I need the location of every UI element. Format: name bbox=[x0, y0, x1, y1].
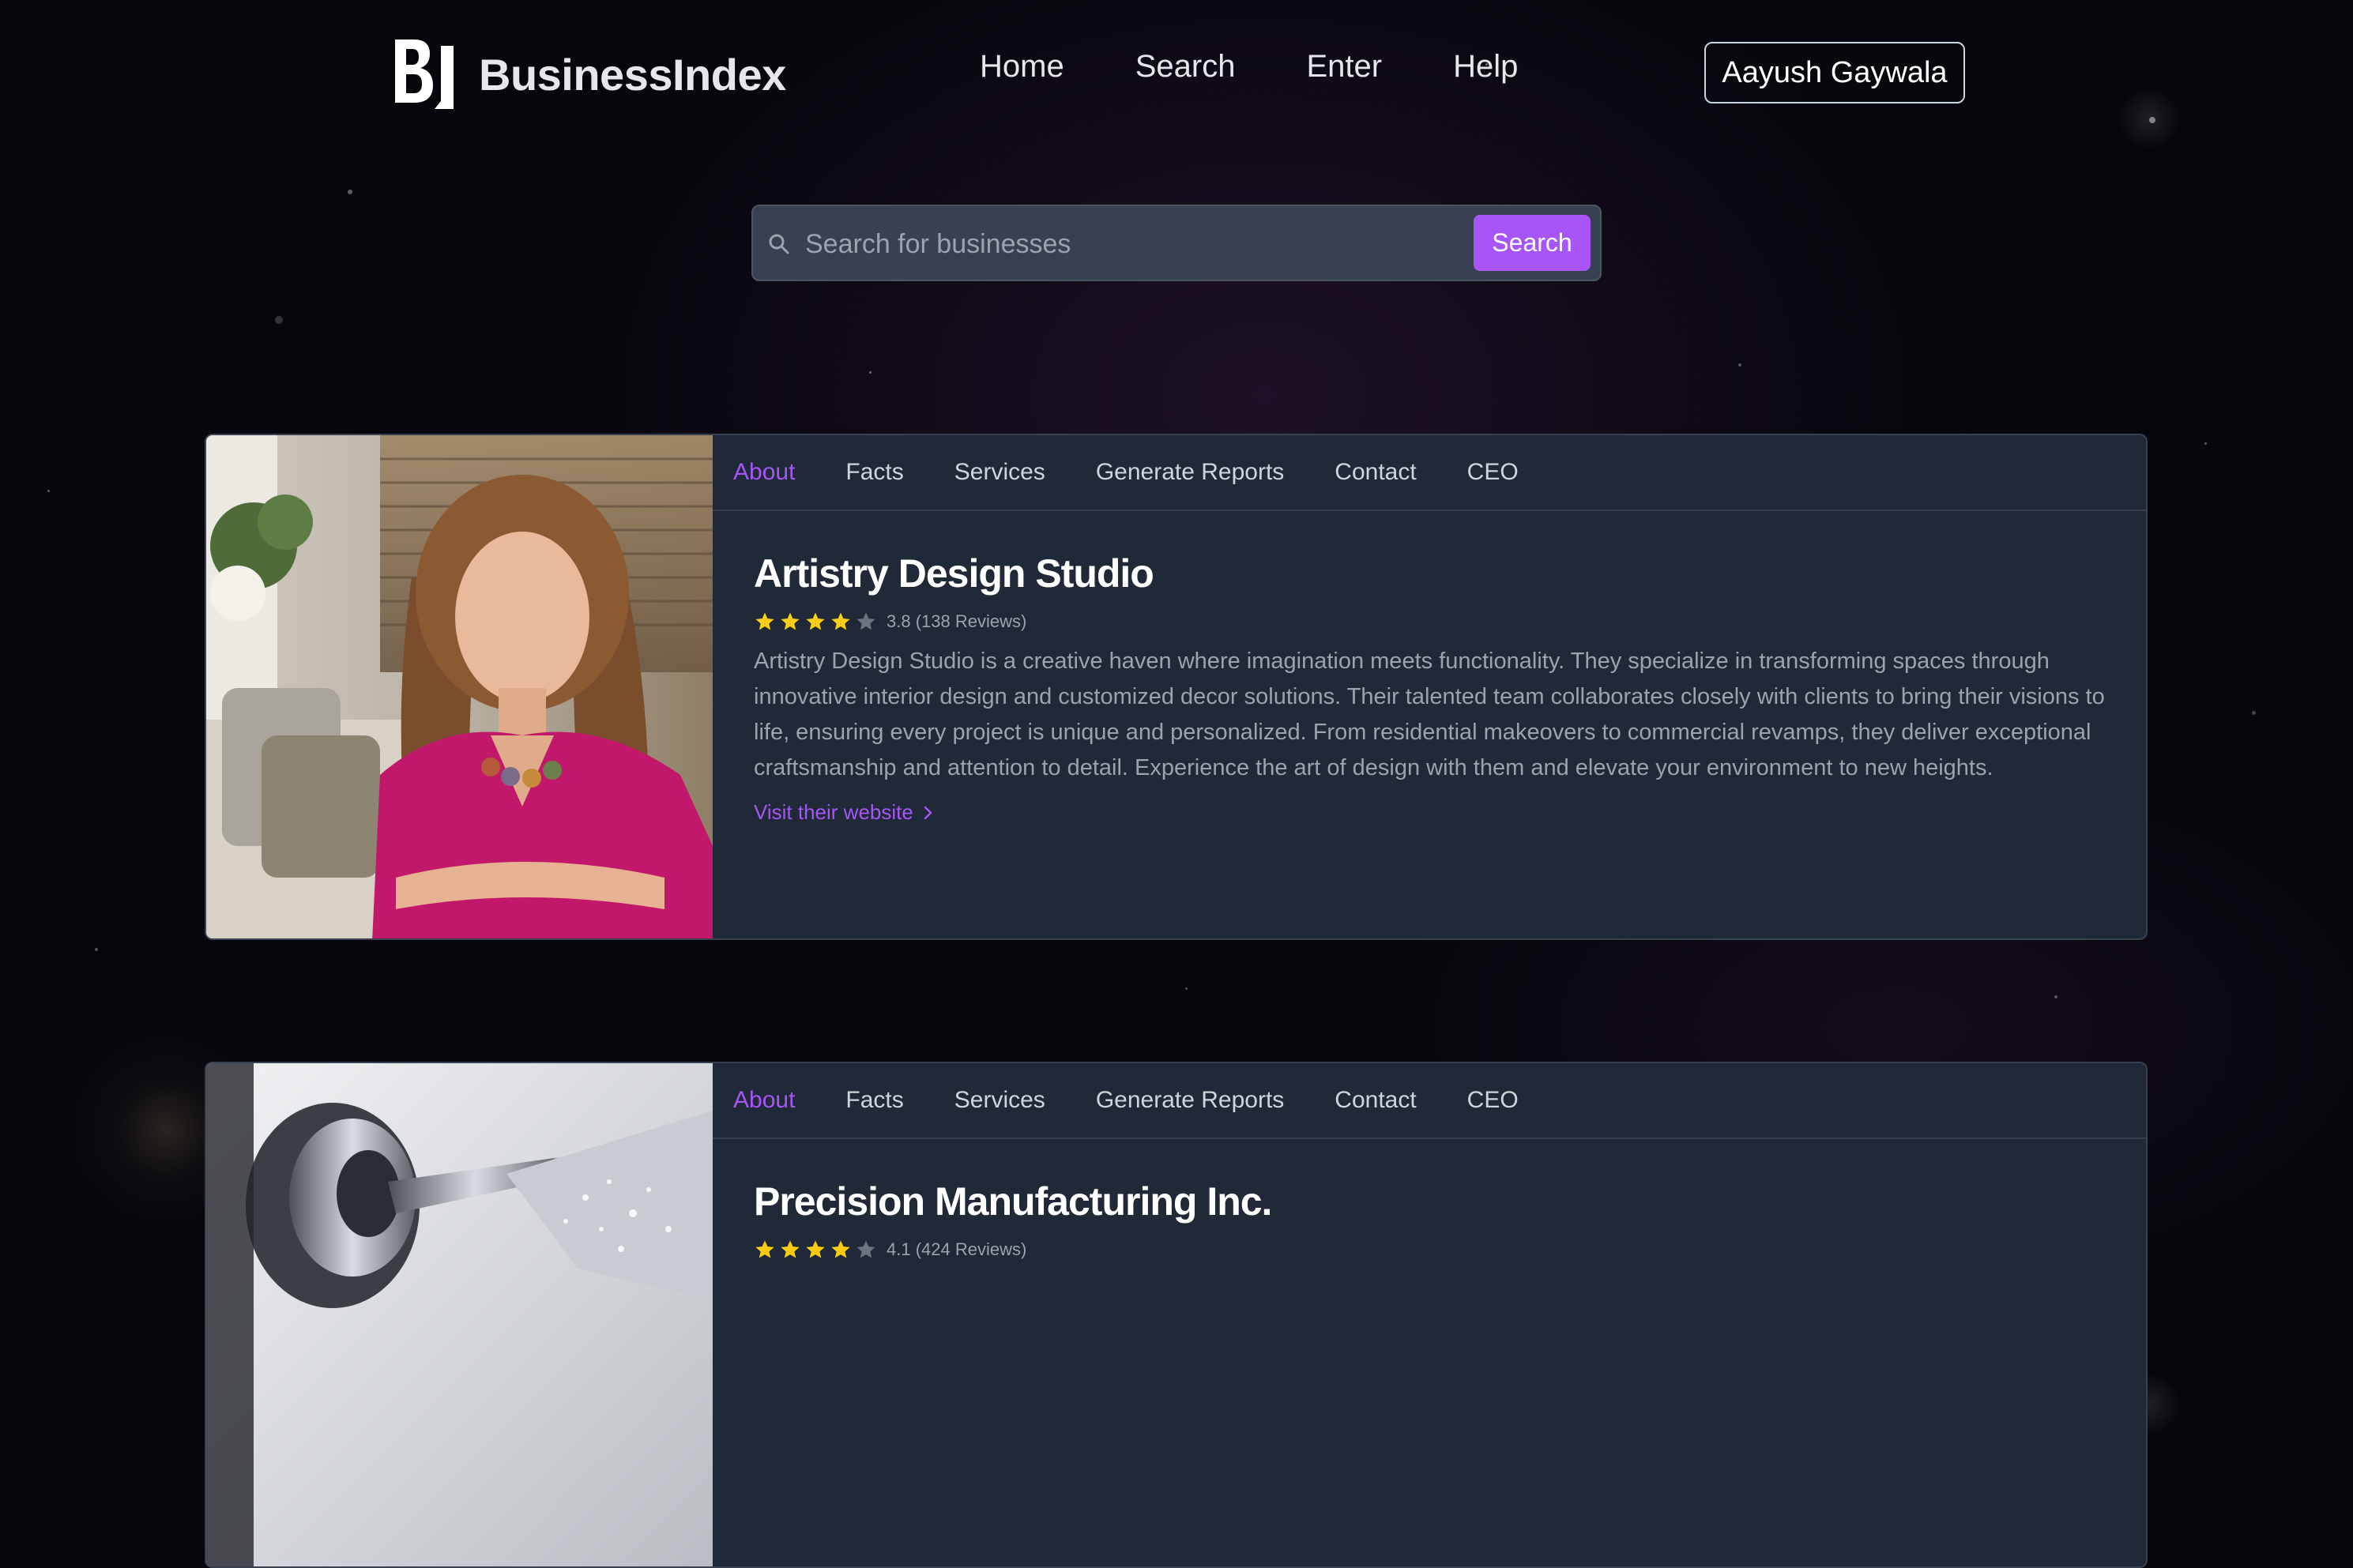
search-input[interactable] bbox=[804, 217, 1423, 271]
business-tabs: About Facts Services Generate Reports Co… bbox=[713, 1063, 2146, 1139]
business-photo bbox=[206, 435, 713, 938]
brand-logo[interactable]: BusinessIndex bbox=[393, 38, 786, 111]
logo-icon bbox=[395, 39, 454, 109]
tab-about[interactable]: About bbox=[733, 459, 795, 486]
business-description: Artistry Design Studio is a creative hav… bbox=[754, 649, 2105, 780]
nav-help[interactable]: Help bbox=[1453, 49, 1518, 85]
business-card-body: About Facts Services Generate Reports Co… bbox=[713, 435, 2146, 938]
business-card-body: About Facts Services Generate Reports Co… bbox=[713, 1063, 2146, 1566]
star-icon bbox=[806, 612, 825, 630]
tab-facts[interactable]: Facts bbox=[845, 1087, 903, 1114]
business-about: Artistry Design Studio 3.8 (138 Reviews)… bbox=[713, 511, 2146, 825]
user-account-button[interactable]: Aayush Gaywala bbox=[1704, 42, 1965, 103]
search-button[interactable]: Search bbox=[1474, 215, 1591, 271]
tab-facts[interactable]: Facts bbox=[845, 459, 903, 486]
business-name: Artistry Design Studio bbox=[754, 551, 1154, 596]
rating-text: 3.8 (138 Reviews) bbox=[887, 611, 1027, 631]
rating: 4.1 (424 Reviews) bbox=[754, 1239, 2105, 1261]
star-rating bbox=[754, 611, 880, 633]
chevron-right-icon bbox=[924, 806, 932, 819]
business-card: About Facts Services Generate Reports Co… bbox=[205, 1062, 2148, 1568]
star-icon bbox=[781, 1240, 800, 1258]
star-icon bbox=[856, 1240, 875, 1258]
search-icon bbox=[769, 234, 789, 254]
visit-website-link[interactable]: Visit their website bbox=[754, 800, 934, 825]
business-name: Precision Manufacturing Inc. bbox=[754, 1179, 1272, 1224]
tab-contact[interactable]: Contact bbox=[1335, 459, 1416, 486]
brand-name: BusinessIndex bbox=[479, 49, 786, 100]
search-bar: Search bbox=[751, 205, 1602, 281]
tab-generate-reports[interactable]: Generate Reports bbox=[1096, 1087, 1284, 1114]
star-icon bbox=[831, 612, 850, 630]
star-rating bbox=[754, 1239, 880, 1261]
star-icon bbox=[755, 612, 774, 630]
rating-text: 4.1 (424 Reviews) bbox=[887, 1239, 1027, 1259]
nav-home[interactable]: Home bbox=[980, 49, 1064, 85]
top-header: BusinessIndex Home Search Enter Help Aay… bbox=[0, 0, 2353, 146]
tab-ceo[interactable]: CEO bbox=[1467, 1087, 1519, 1114]
nav-enter[interactable]: Enter bbox=[1306, 49, 1382, 85]
business-card: About Facts Services Generate Reports Co… bbox=[205, 434, 2148, 940]
nav-search[interactable]: Search bbox=[1135, 49, 1236, 85]
business-photo bbox=[206, 1063, 713, 1566]
tab-generate-reports[interactable]: Generate Reports bbox=[1096, 459, 1284, 486]
tab-about[interactable]: About bbox=[733, 1087, 795, 1114]
tab-services[interactable]: Services bbox=[954, 459, 1045, 486]
star-icon bbox=[856, 612, 875, 630]
visit-website-label: Visit their website bbox=[754, 800, 913, 824]
business-about: Precision Manufacturing Inc. 4.1 (424 Re… bbox=[713, 1139, 2146, 1261]
star-icon bbox=[755, 1240, 774, 1258]
tab-ceo[interactable]: CEO bbox=[1467, 459, 1519, 486]
tab-services[interactable]: Services bbox=[954, 1087, 1045, 1114]
tab-contact[interactable]: Contact bbox=[1335, 1087, 1416, 1114]
business-tabs: About Facts Services Generate Reports Co… bbox=[713, 435, 2146, 511]
star-icon bbox=[806, 1240, 825, 1258]
rating: 3.8 (138 Reviews) bbox=[754, 611, 2105, 633]
main-nav: Home Search Enter Help bbox=[980, 49, 1589, 85]
star-icon bbox=[781, 612, 800, 630]
star-icon bbox=[831, 1240, 850, 1258]
